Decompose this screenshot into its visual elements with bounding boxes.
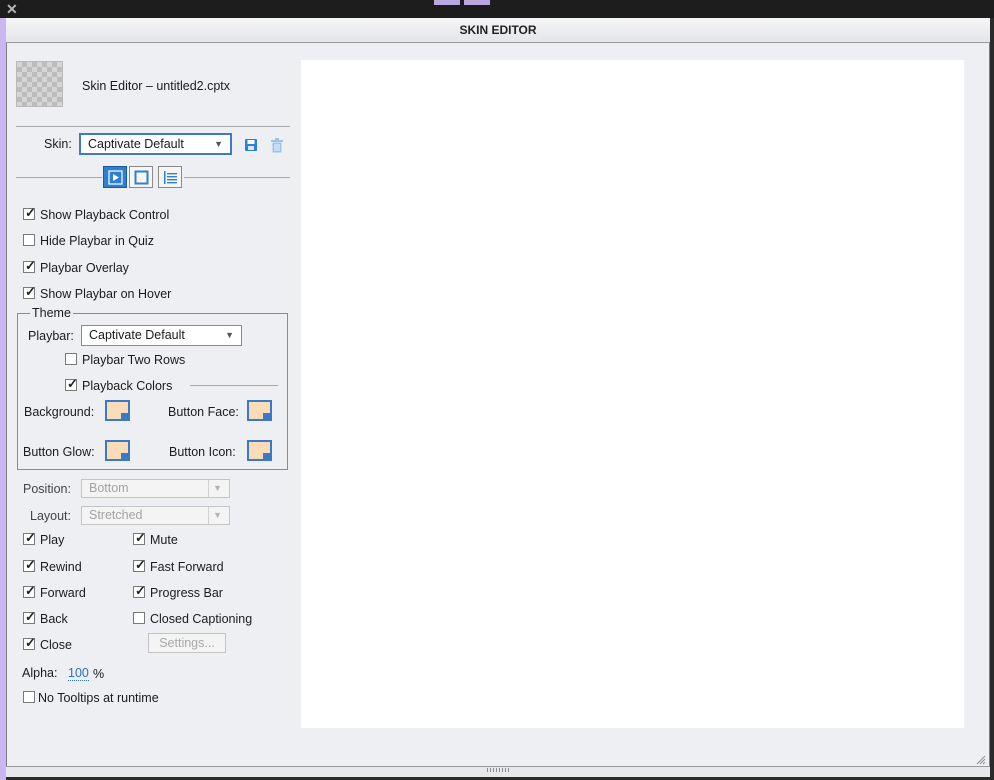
checkmark-icon: ✓ — [135, 530, 146, 545]
theme-legend: Theme — [30, 306, 73, 320]
swatch-dropdown-icon — [121, 453, 128, 459]
divider — [16, 126, 290, 127]
checkmark-icon: ✓ — [25, 258, 36, 273]
checkmark-icon: ✓ — [135, 557, 146, 572]
rewind-checkbox[interactable]: ✓ — [23, 557, 36, 572]
show-playback-control-label: Show Playback Control — [40, 208, 170, 222]
hide-playbar-in-quiz-checkbox[interactable] — [23, 234, 35, 246]
fast-forward-label: Fast Forward — [150, 560, 224, 574]
divider — [190, 385, 278, 386]
playback-colors-checkbox[interactable]: ✓ — [65, 376, 78, 391]
playbar-label: Playbar: — [28, 329, 74, 343]
forward-checkbox[interactable]: ✓ — [23, 583, 36, 598]
button-icon-swatch[interactable] — [247, 440, 272, 461]
background-color-label: Background: — [24, 405, 95, 419]
layout-select[interactable]: Stretched ▼ — [81, 506, 230, 525]
divider — [184, 177, 290, 178]
trash-icon[interactable] — [270, 138, 284, 153]
playback-colors-label: Playback Colors — [82, 379, 173, 393]
close-checkbox[interactable]: ✓ — [23, 635, 36, 650]
close-label: Close — [40, 638, 72, 652]
chevron-down-icon: ▼ — [208, 507, 222, 524]
settings-button[interactable]: Settings... — [148, 633, 226, 653]
decor-strip — [464, 0, 490, 5]
back-label: Back — [40, 612, 68, 626]
background-color-swatch[interactable] — [105, 400, 130, 421]
alpha-label: Alpha: — [22, 666, 58, 680]
playbar-select[interactable]: Captivate Default ▼ — [81, 325, 242, 346]
skin-thumbnail — [16, 61, 63, 107]
button-glow-swatch[interactable] — [105, 440, 130, 461]
play-label: Play — [40, 533, 65, 547]
playbar-select-value: Captivate Default — [89, 328, 185, 342]
no-tooltips-label: No Tooltips at runtime — [38, 691, 159, 705]
playbar-two-rows-checkbox[interactable] — [65, 353, 77, 365]
checkmark-icon: ✓ — [25, 635, 36, 650]
checkmark-icon: ✓ — [25, 609, 36, 624]
save-icon[interactable] — [244, 138, 258, 152]
skin-label: Skin: — [44, 137, 72, 151]
layout-label: Layout: — [30, 509, 72, 523]
progress-bar-checkbox[interactable]: ✓ — [133, 583, 146, 598]
forward-label: Forward — [40, 586, 86, 600]
alpha-unit: % — [93, 667, 105, 681]
checkmark-icon: ✓ — [25, 583, 36, 598]
square-icon — [134, 170, 149, 185]
chevron-down-icon: ▼ — [214, 139, 223, 149]
button-glow-label: Button Glow: — [23, 445, 95, 459]
mute-checkbox[interactable]: ✓ — [133, 530, 146, 545]
divider — [16, 177, 102, 178]
resize-grip-icon[interactable] — [976, 754, 986, 765]
top-chrome-bar: ✕ — [0, 0, 994, 18]
back-checkbox[interactable]: ✓ — [23, 609, 36, 624]
swatch-dropdown-icon — [263, 413, 270, 419]
playbar-overlay-label: Playbar Overlay — [40, 261, 129, 275]
button-face-label: Button Face: — [168, 405, 239, 419]
checkmark-icon: ✓ — [67, 376, 78, 391]
position-select[interactable]: Bottom ▼ — [81, 479, 230, 498]
playbar-two-rows-label: Playbar Two Rows — [82, 353, 186, 367]
fast-forward-checkbox[interactable]: ✓ — [133, 557, 146, 572]
mute-label: Mute — [150, 533, 178, 547]
show-playbar-on-hover-checkbox[interactable]: ✓ — [23, 284, 36, 299]
closed-captioning-label: Closed Captioning — [150, 612, 253, 626]
checkmark-icon: ✓ — [25, 205, 36, 220]
tab-borders[interactable] — [129, 166, 153, 188]
chevron-down-icon: ▼ — [225, 330, 234, 340]
button-icon-label: Button Icon: — [169, 445, 236, 459]
decor-strip — [434, 0, 460, 5]
playbar-overlay-checkbox[interactable]: ✓ — [23, 258, 36, 273]
chevron-down-icon: ▼ — [208, 480, 222, 497]
no-tooltips-checkbox[interactable] — [23, 691, 35, 703]
closed-captioning-checkbox[interactable] — [133, 612, 145, 624]
rewind-label: Rewind — [40, 560, 82, 574]
hide-playbar-in-quiz-label: Hide Playbar in Quiz — [40, 234, 154, 248]
show-playbar-on-hover-label: Show Playbar on Hover — [40, 287, 172, 301]
checkmark-icon: ✓ — [25, 284, 36, 299]
list-icon — [164, 171, 177, 184]
checkmark-icon: ✓ — [25, 557, 36, 572]
position-label: Position: — [23, 482, 71, 496]
checkmark-icon: ✓ — [25, 530, 36, 545]
window-title: SKIN EDITOR — [6, 18, 990, 43]
show-playback-control-checkbox[interactable]: ✓ — [23, 205, 36, 220]
play-icon — [108, 170, 123, 185]
swatch-dropdown-icon — [263, 453, 270, 459]
layout-select-value: Stretched — [89, 508, 143, 522]
skin-preview-area — [301, 60, 964, 728]
swatch-dropdown-icon — [121, 413, 128, 419]
drag-handle-icon[interactable] — [487, 768, 509, 772]
checkmark-icon: ✓ — [135, 583, 146, 598]
button-face-swatch[interactable] — [247, 400, 272, 421]
tab-toc[interactable] — [158, 166, 182, 188]
play-checkbox[interactable]: ✓ — [23, 530, 36, 545]
skin-select[interactable]: Captivate Default ▼ — [79, 133, 232, 155]
tab-playback[interactable] — [103, 166, 127, 188]
close-icon[interactable]: ✕ — [6, 1, 18, 17]
progress-bar-label: Progress Bar — [150, 586, 223, 600]
skin-select-value: Captivate Default — [88, 137, 184, 151]
alpha-value[interactable]: 100 — [68, 667, 89, 681]
position-select-value: Bottom — [89, 481, 129, 495]
project-title: Skin Editor – untitled2.cptx — [82, 79, 230, 93]
